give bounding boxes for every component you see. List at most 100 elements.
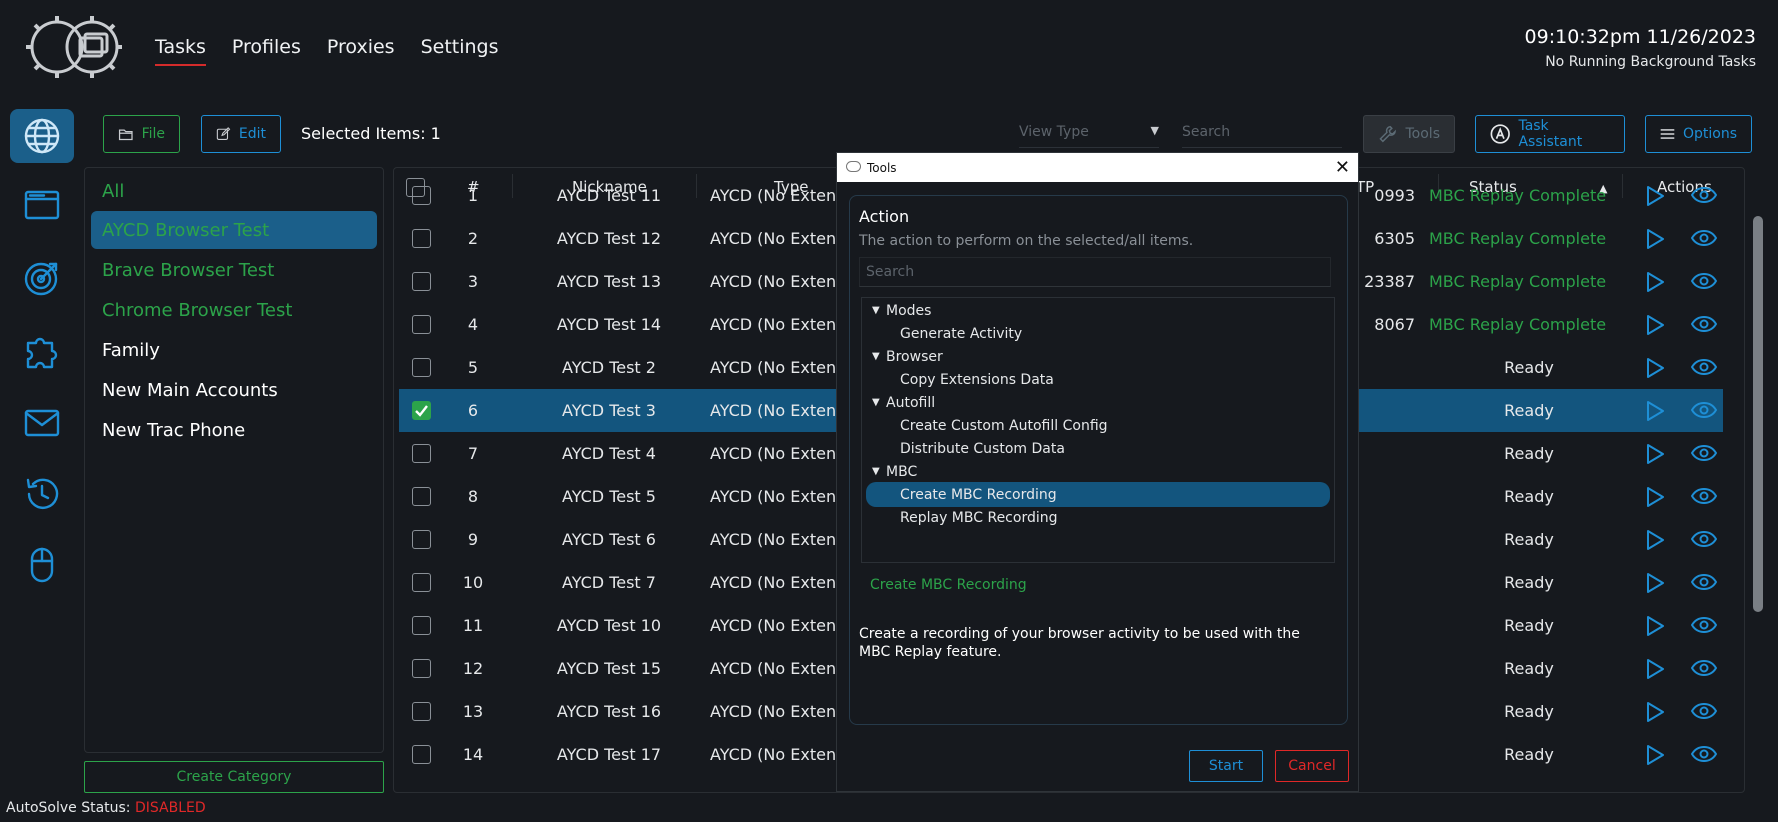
row-number: 9 [467,530,479,549]
tree-item[interactable]: Create MBC Recording [866,482,1330,507]
tree-group[interactable]: ▼ Autofill [866,390,1330,415]
row-checkbox[interactable] [412,530,431,549]
play-icon[interactable] [1645,486,1665,512]
play-icon[interactable] [1645,658,1665,684]
rail-history[interactable] [10,467,74,521]
eye-icon[interactable] [1691,616,1717,638]
category-chrome-browser-test[interactable]: Chrome Browser Test [91,291,377,329]
row-checkbox[interactable] [412,358,431,377]
category-family[interactable]: Family [91,331,377,369]
row-checkbox[interactable] [412,702,431,721]
search-input[interactable]: Search [1182,124,1342,148]
rail-mouse[interactable] [10,538,74,592]
category-brave-browser-test[interactable]: Brave Browser Test [91,251,377,289]
tab-settings[interactable]: Settings [421,36,499,66]
category-new-trac-phone[interactable]: New Trac Phone [91,411,377,449]
close-icon[interactable]: ✕ [1335,157,1350,178]
play-icon[interactable] [1645,400,1665,426]
tree-item[interactable]: Copy Extensions Data [866,367,1330,392]
eye-icon[interactable] [1691,702,1717,724]
eye-icon[interactable] [1691,358,1717,380]
tools-button[interactable]: Tools [1363,115,1455,153]
play-icon[interactable] [1645,701,1665,727]
tree-item[interactable]: Generate Activity [866,321,1330,346]
row-checkbox[interactable] [412,229,431,248]
row-status: MBC Replay Complete [1429,272,1607,291]
eye-icon[interactable] [1691,487,1717,509]
tree-group[interactable]: ▼ Browser [866,344,1330,369]
play-icon[interactable] [1645,572,1665,598]
cancel-button[interactable]: Cancel [1275,750,1349,782]
category-all[interactable]: All [91,172,377,210]
eye-icon[interactable] [1691,272,1717,294]
row-type: AYCD (No Extens [710,444,845,463]
row-checkbox[interactable] [412,315,431,334]
rail-globe[interactable] [10,109,74,163]
row-checkbox[interactable] [412,659,431,678]
row-checkbox[interactable] [412,272,431,291]
row-number: 5 [467,358,479,377]
rail-target[interactable] [10,251,74,305]
edit-button[interactable]: Edit [201,115,281,153]
tree-item[interactable]: Create Custom Autofill Config [866,413,1330,438]
eye-icon[interactable] [1691,444,1717,466]
tree-group[interactable]: ▼ Modes [866,298,1330,323]
create-category-button[interactable]: Create Category [84,761,384,793]
tools-dialog: Tools ✕ Action The action to perform on … [836,152,1359,792]
app-small-icon [846,161,861,172]
eye-icon[interactable] [1691,745,1717,767]
play-icon[interactable] [1645,443,1665,469]
eye-icon[interactable] [1691,315,1717,337]
row-checkbox[interactable] [412,487,431,506]
play-icon[interactable] [1645,185,1665,211]
eye-icon[interactable] [1691,659,1717,681]
rail-browser[interactable] [10,178,74,232]
play-icon[interactable] [1645,357,1665,383]
edit-icon [216,127,231,140]
row-number: 11 [462,616,484,635]
tree-group[interactable]: ▼ MBC [866,459,1330,484]
row-checkbox[interactable] [412,573,431,592]
row-checkbox[interactable] [412,444,431,463]
tab-tasks[interactable]: Tasks [155,36,206,66]
eye-icon[interactable] [1691,229,1717,251]
category-new-main-accounts[interactable]: New Main Accounts [91,371,377,409]
category-label: New Trac Phone [102,419,246,441]
row-status: MBC Replay Complete [1429,315,1607,334]
eye-icon[interactable] [1691,573,1717,595]
start-button[interactable]: Start [1189,750,1263,782]
tab-proxies[interactable]: Proxies [327,36,395,66]
view-type-select[interactable]: View Type ▼ [1019,124,1159,148]
eye-icon[interactable] [1691,186,1717,208]
row-nickname: AYCD Test 12 [556,229,662,248]
row-status: Ready [1504,573,1554,592]
table-scrollbar[interactable] [1753,216,1763,612]
eye-icon[interactable] [1691,530,1717,552]
action-search-input[interactable]: Search [859,257,1331,287]
category-aycd-browser-test[interactable]: AYCD Browser Test [91,211,377,249]
rail-extensions[interactable] [10,324,74,378]
row-checkbox[interactable] [412,401,431,420]
file-button[interactable]: File [103,115,180,153]
tab-profiles[interactable]: Profiles [232,36,301,66]
play-icon[interactable] [1645,529,1665,555]
tree-item[interactable]: Replay MBC Recording [866,505,1330,530]
play-icon[interactable] [1645,271,1665,297]
row-checkbox[interactable] [412,745,431,764]
row-number: 4 [467,315,479,334]
tree-item[interactable]: Distribute Custom Data [866,436,1330,461]
row-number: 2 [467,229,479,248]
view-type-placeholder: View Type [1019,124,1089,140]
play-icon[interactable] [1645,228,1665,254]
row-nickname: AYCD Test 16 [556,702,662,721]
play-icon[interactable] [1645,615,1665,641]
row-status: Ready [1504,530,1554,549]
play-icon[interactable] [1645,314,1665,340]
row-checkbox[interactable] [412,616,431,635]
row-checkbox[interactable] [412,186,431,205]
play-icon[interactable] [1645,744,1665,770]
eye-icon[interactable] [1691,401,1717,423]
rail-mail[interactable] [10,396,74,450]
options-button[interactable]: Options [1645,115,1752,153]
task-assistant-button[interactable]: Task Assistant [1475,115,1625,153]
